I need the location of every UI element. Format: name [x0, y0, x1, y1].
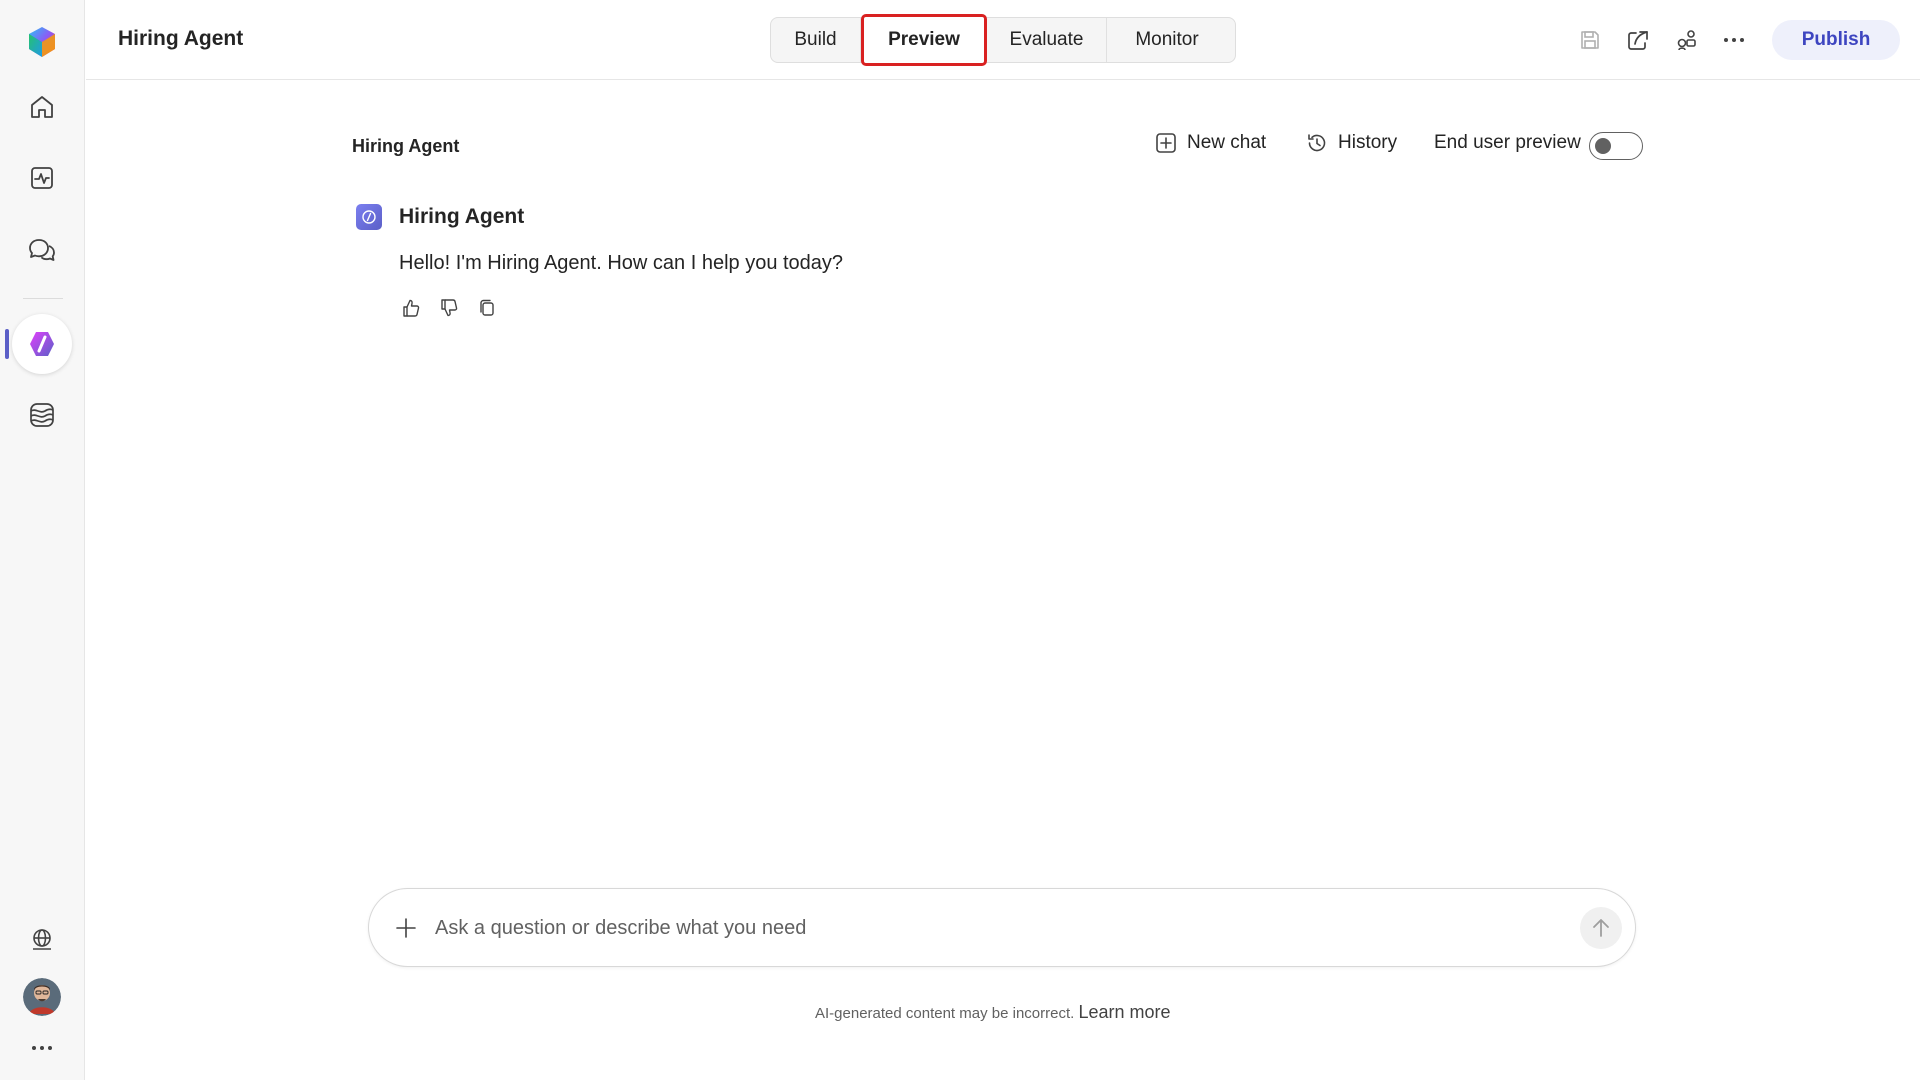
chat-title: Hiring Agent [352, 136, 460, 156]
learn-more-link[interactable]: Learn more [1078, 1002, 1170, 1022]
model-icon[interactable] [12, 385, 72, 445]
chat-icon[interactable] [12, 220, 72, 280]
chat-input[interactable] [435, 909, 1545, 947]
copilot-logo-icon[interactable] [12, 12, 72, 72]
publish-button[interactable]: Publish [1772, 20, 1900, 60]
tab-evaluate[interactable]: Evaluate [987, 18, 1107, 62]
connect-icon[interactable] [1670, 24, 1702, 56]
send-button[interactable] [1580, 907, 1622, 949]
home-icon[interactable] [12, 77, 72, 137]
new-chat-label: New chat [1187, 132, 1267, 153]
message-actions [399, 296, 499, 320]
new-chat-icon [1156, 133, 1176, 153]
new-chat-button[interactable]: New chat [1155, 132, 1266, 154]
message-sender: Hiring Agent [399, 205, 525, 228]
save-icon[interactable] [1574, 24, 1606, 56]
agent-icon[interactable] [12, 314, 72, 374]
tab-monitor[interactable]: Monitor [1107, 18, 1227, 62]
end-user-preview-text: End user preview [1434, 132, 1581, 153]
app-title: Hiring Agent [118, 27, 244, 50]
analytics-icon[interactable] [12, 148, 72, 208]
end-user-preview-toggle[interactable] [1589, 132, 1643, 160]
disclaimer-text: AI-generated content may be incorrect. [815, 1005, 1075, 1022]
left-rail [0, 0, 85, 1080]
copy-icon[interactable] [475, 296, 499, 320]
rail-divider [23, 298, 63, 299]
bot-avatar-icon [356, 204, 382, 230]
top-bar: Hiring Agent Build Preview Evaluate Moni… [86, 0, 1920, 80]
history-icon [1308, 134, 1326, 152]
tab-build[interactable]: Build [771, 18, 861, 62]
active-indicator [5, 329, 9, 359]
history-label: History [1338, 132, 1398, 153]
disclaimer: AI-generated content may be incorrect. L… [815, 1002, 1171, 1023]
message-text: Hello! I'm Hiring Agent. How can I help … [399, 252, 844, 274]
globe-icon[interactable] [12, 910, 72, 970]
rail-more-icon[interactable] [12, 1018, 72, 1078]
add-attachment-icon[interactable] [391, 913, 421, 943]
share-icon[interactable] [1622, 24, 1654, 56]
more-icon[interactable] [1718, 24, 1750, 56]
thumbs-down-icon[interactable] [437, 296, 461, 320]
thumbs-up-icon[interactable] [399, 296, 423, 320]
toggle-knob [1595, 138, 1611, 154]
tab-preview[interactable]: Preview [861, 14, 987, 66]
tab-bar: Build Preview Evaluate Monitor [770, 14, 1236, 66]
send-arrow-icon [1593, 919, 1609, 937]
composer [368, 888, 1636, 967]
end-user-preview-label: End user preview [1434, 132, 1581, 154]
history-button[interactable]: History [1306, 132, 1397, 154]
avatar[interactable] [23, 978, 61, 1016]
